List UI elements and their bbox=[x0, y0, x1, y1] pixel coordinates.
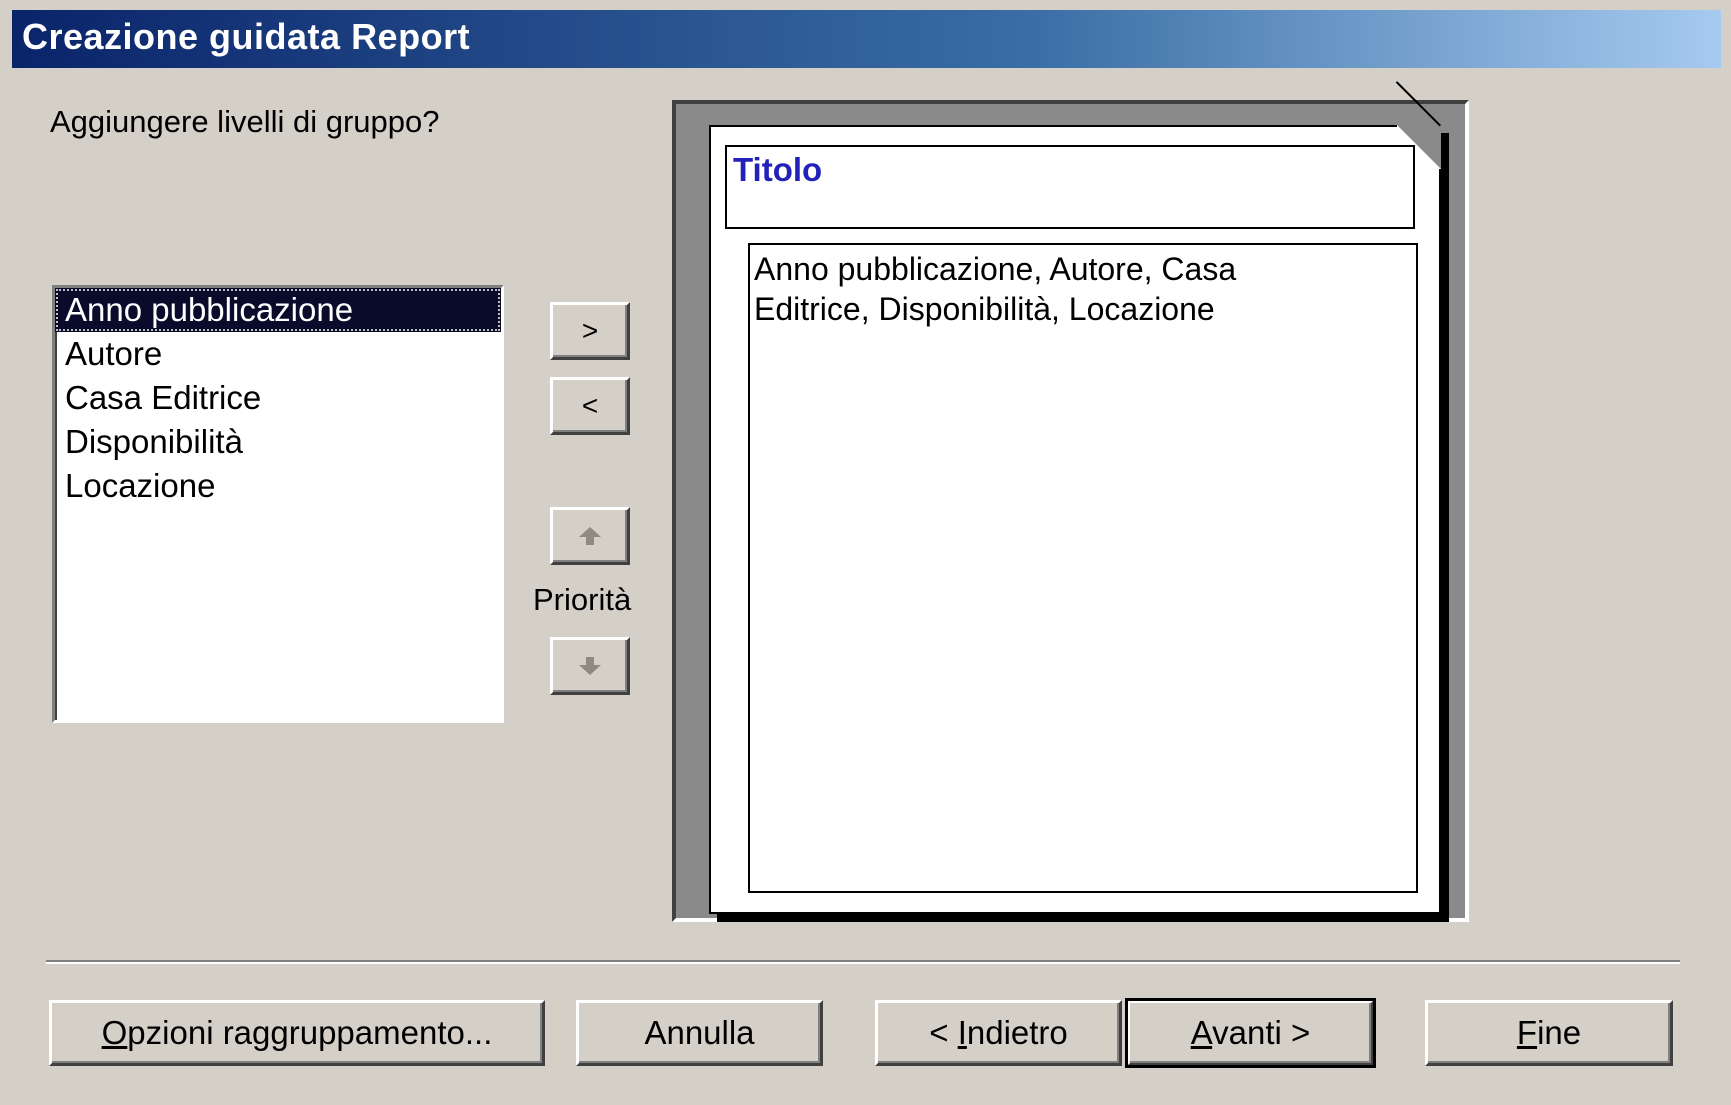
grouping-options-button[interactable]: Opzioni raggruppamento... bbox=[49, 1000, 545, 1066]
priority-label: Priorità bbox=[533, 582, 632, 617]
add-group-level-label: > bbox=[581, 315, 599, 346]
available-fields-list[interactable]: Anno pubblicazione Autore Casa Editrice Dis… bbox=[52, 285, 504, 723]
field-list-item[interactable]: Casa Editrice bbox=[55, 376, 501, 420]
finish-label: Fine bbox=[1516, 1014, 1582, 1051]
remove-group-level-button[interactable]: < bbox=[550, 377, 630, 435]
next-button[interactable]: Avanti > bbox=[1125, 998, 1376, 1068]
report-preview-panel: Titolo Anno pubblicazione, Autore, Casa … bbox=[672, 81, 1469, 922]
finish-button[interactable]: Fine bbox=[1425, 1000, 1673, 1066]
field-list-item[interactable]: Locazione bbox=[55, 464, 501, 508]
page-fold-line bbox=[1395, 81, 1441, 127]
add-group-level-button[interactable]: > bbox=[550, 302, 630, 360]
arrow-down-icon bbox=[579, 657, 601, 675]
cancel-button[interactable]: Annulla bbox=[576, 1000, 823, 1066]
window-title: Creazione guidata Report bbox=[22, 16, 471, 57]
priority-down-button[interactable] bbox=[550, 637, 630, 695]
arrow-up-icon bbox=[579, 527, 601, 545]
next-label: Avanti > bbox=[1190, 1014, 1311, 1051]
preview-detail-box: Anno pubblicazione, Autore, Casa Editric… bbox=[748, 243, 1418, 893]
remove-group-level-label: < bbox=[581, 390, 599, 421]
preview-page: Titolo Anno pubblicazione, Autore, Casa … bbox=[709, 81, 1441, 914]
preview-title-box: Titolo bbox=[725, 145, 1415, 229]
field-list-item[interactable]: Autore bbox=[55, 332, 501, 376]
field-list-item[interactable]: Disponibilità bbox=[55, 420, 501, 464]
button-separator bbox=[46, 960, 1680, 964]
preview-detail-text: Anno pubblicazione, Autore, Casa Editric… bbox=[754, 251, 1237, 327]
preview-title: Titolo bbox=[733, 151, 823, 188]
back-label: < Indietro bbox=[929, 1014, 1068, 1051]
grouping-options-label: Opzioni raggruppamento... bbox=[101, 1014, 493, 1051]
cancel-label: Annulla bbox=[644, 1014, 755, 1051]
title-bar[interactable]: Creazione guidata Report bbox=[12, 10, 1721, 68]
back-button[interactable]: < Indietro bbox=[875, 1000, 1122, 1066]
report-wizard-dialog: Creazione guidata Report Aggiungere live… bbox=[0, 0, 1731, 1105]
field-list-item[interactable]: Anno pubblicazione bbox=[55, 288, 501, 332]
priority-up-button[interactable] bbox=[550, 507, 630, 565]
group-levels-question: Aggiungere livelli di gruppo? bbox=[50, 104, 440, 139]
